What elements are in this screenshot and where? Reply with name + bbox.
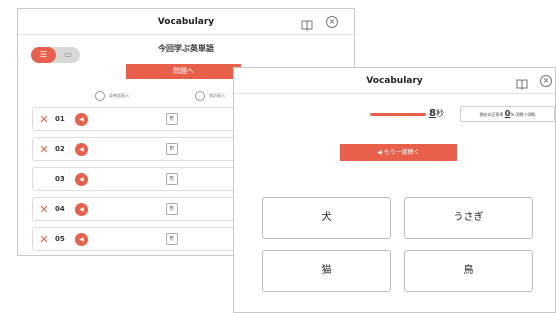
show-translation-option[interactable]: 和訳表示 <box>195 91 225 101</box>
incorrect-mark-icon: ✕ <box>39 112 49 126</box>
speaker-icon[interactable]: ◀ <box>75 202 88 216</box>
speaker-icon[interactable]: ◀ <box>75 142 88 156</box>
replay-audio-button[interactable]: ◀ もう一度聴く <box>340 144 457 161</box>
answer-choice[interactable]: 鳥 <box>404 250 533 292</box>
part-of-speech-badge: 形 <box>166 143 178 155</box>
close-icon[interactable]: × <box>326 16 338 28</box>
lesson-title: 今回学ぶ英単語 <box>158 44 214 53</box>
accuracy-box: 現在の正答率 0% (0問 / 0問) <box>460 106 555 122</box>
incorrect-mark-icon: ✕ <box>39 232 49 246</box>
go-to-quiz-button[interactable]: 問題へ <box>126 64 241 79</box>
part-of-speech-badge: 形 <box>166 233 178 245</box>
part-of-speech-badge: 形 <box>166 203 178 215</box>
close-icon[interactable]: × <box>540 75 552 87</box>
incorrect-mark-icon: ✕ <box>39 142 49 156</box>
speaker-icon[interactable]: ◀ <box>75 112 88 126</box>
timer-unit: 秒 <box>435 109 444 118</box>
radio-button[interactable] <box>95 91 105 101</box>
incorrect-mark-icon: ✕ <box>39 202 49 216</box>
option-label: 和訳表示 <box>209 93 225 98</box>
window-title: Vocabulary <box>366 75 423 86</box>
word-number: 02 <box>55 145 65 153</box>
title-bar: Vocabulary × <box>18 9 354 35</box>
word-number: 03 <box>55 175 65 183</box>
word-number: 01 <box>55 115 65 123</box>
show-english-option[interactable]: 英単語表示 <box>95 91 129 101</box>
book-icon[interactable] <box>516 75 528 90</box>
window-title: Vocabulary <box>157 16 215 27</box>
word-number: 05 <box>55 235 65 243</box>
option-label: 英単語表示 <box>109 93 129 98</box>
vocabulary-quiz-window: Vocabulary × 8秒 現在の正答率 0% (0問 / 0問) ◀ もう… <box>233 67 556 313</box>
book-icon[interactable] <box>301 16 313 31</box>
radio-button[interactable] <box>195 91 205 101</box>
speaker-icon[interactable]: ◀ <box>75 232 88 246</box>
accuracy-percent-unit: % <box>510 112 515 117</box>
title-bar: Vocabulary × <box>234 68 555 94</box>
word-number: 04 <box>55 205 65 213</box>
accuracy-label: 現在の正答率 <box>479 112 504 117</box>
timer-bar <box>370 113 426 116</box>
part-of-speech-badge: 形 <box>166 173 178 185</box>
answer-choice[interactable]: 犬 <box>262 197 391 239</box>
speaker-icon[interactable]: ◀ <box>75 172 88 186</box>
part-of-speech-badge: 形 <box>166 113 178 125</box>
answer-choice[interactable]: 猫 <box>262 250 391 292</box>
accuracy-detail: (0問 / 0問) <box>515 112 536 117</box>
timer-seconds: 8 <box>429 108 436 119</box>
answer-choice[interactable]: うさぎ <box>404 197 533 239</box>
timer-readout: 8秒 <box>429 108 444 119</box>
